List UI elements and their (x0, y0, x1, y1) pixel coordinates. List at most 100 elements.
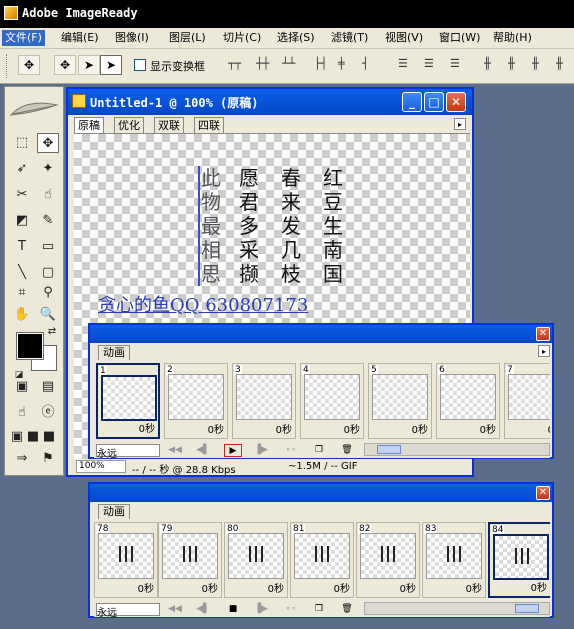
animation-frame-6[interactable]: 6 0秒 (436, 363, 500, 439)
hand-tool-icon[interactable]: ✋ (11, 305, 33, 325)
close-button[interactable]: ✕ (446, 92, 466, 112)
crop-tool-icon[interactable]: ⌗ (11, 283, 33, 303)
frames-scrollbar-thumb[interactable] (515, 604, 539, 613)
slice-select-tool-icon[interactable]: ☝ (37, 185, 59, 205)
animation-palette-title-bar[interactable]: ✕ (90, 484, 552, 502)
lasso-tool-icon[interactable]: ➶ (11, 159, 33, 179)
duplicate-frame-icon[interactable]: ❐ (310, 603, 328, 616)
animation-frame-5[interactable]: 5 0秒 (368, 363, 432, 439)
delete-frame-icon[interactable]: 🗑 (338, 444, 356, 457)
download-speed[interactable]: -- / -- 秒 @ 28.8 Kbps (132, 461, 236, 476)
frame-delay[interactable]: 0秒 (480, 421, 496, 436)
magic-wand-tool-icon[interactable]: ✦ (37, 159, 59, 179)
file-size[interactable]: ~1.5M / -- GIF (288, 461, 357, 472)
frame-delay[interactable]: 0秒 (344, 421, 360, 436)
frame-delay[interactable]: 0秒 (466, 580, 482, 595)
menu-view[interactable]: 视图(V) (382, 30, 426, 46)
play-icon[interactable]: ▶ (224, 444, 242, 457)
move-icon[interactable]: ✥ (54, 55, 76, 75)
duplicate-frame-icon[interactable]: ❐ (310, 444, 328, 457)
image-map-visibility-icon[interactable]: ▣ (11, 377, 33, 397)
minimize-button[interactable]: _ (402, 92, 422, 112)
frame-delay[interactable]: 0秒 (400, 580, 416, 595)
show-transform-checkbox[interactable] (134, 59, 146, 71)
prev-frame-icon[interactable]: ◀▌ (194, 603, 212, 616)
slice-visibility-icon[interactable]: ▤ (37, 377, 59, 397)
menu-select[interactable]: 选择(S) (274, 30, 318, 46)
animation-frame-82[interactable]: 82 0秒 (356, 522, 420, 598)
jump-to-app-icon[interactable]: ⚑ (37, 449, 59, 469)
animation-palette-close-icon[interactable]: ✕ (536, 327, 550, 341)
delete-frame-icon[interactable]: 🗑 (338, 603, 356, 616)
next-frame-icon[interactable]: ▐▶ (252, 444, 270, 457)
animation-tab[interactable]: 动画 (98, 504, 130, 519)
animation-frame-4[interactable]: 4 0秒 (300, 363, 364, 439)
standard-screen-mode-icon[interactable]: ▣ (9, 427, 25, 447)
tab-2-up[interactable]: 双联 (154, 117, 184, 133)
stop-icon[interactable]: ■ (224, 603, 242, 616)
animation-frame-79[interactable]: 79 0秒 (158, 522, 222, 598)
frame-delay[interactable]: 0秒 (139, 420, 155, 435)
shape-tool-icon[interactable]: ▢ (37, 263, 59, 283)
menu-edit[interactable]: 编辑(E) (58, 30, 102, 46)
arrow-select-icon[interactable]: ➤ (78, 55, 100, 75)
animation-tab[interactable]: 动画 (98, 345, 130, 360)
zoom-tool-icon[interactable]: 🔍 (37, 305, 59, 325)
align-hcenter-icon[interactable]: ╪ (338, 57, 345, 70)
menu-file[interactable]: 文件(F) (2, 30, 45, 46)
align-vcenter-icon[interactable]: ┼┼ (256, 57, 269, 70)
frames-scrollbar-thumb[interactable] (377, 445, 401, 454)
animation-frame-78[interactable]: 78 0秒 (94, 522, 158, 598)
menu-filter[interactable]: 滤镜(T) (328, 30, 371, 46)
tween-icon[interactable]: ∘∘ (282, 444, 300, 457)
frame-delay[interactable]: 0秒 (276, 421, 292, 436)
animation-frame-2[interactable]: 2 0秒 (164, 363, 228, 439)
frame-delay[interactable]: 0秒 (268, 580, 284, 595)
rectangle-tool-icon[interactable]: ▭ (37, 237, 59, 257)
move-tool-preset-button[interactable]: ✥ (18, 55, 40, 75)
frame-delay[interactable]: 0秒 (202, 580, 218, 595)
options-bar-grip[interactable] (6, 54, 10, 78)
preview-in-browser-icon[interactable]: ⓔ (37, 403, 59, 423)
next-frame-icon[interactable]: ▐▶ (252, 603, 270, 616)
first-frame-icon[interactable]: ◀◀ (166, 444, 184, 457)
distribute-bottom-icon[interactable]: ☰ (450, 57, 460, 70)
swap-colors-icon[interactable]: ⇄ (45, 325, 59, 339)
prev-frame-icon[interactable]: ◀▌ (194, 444, 212, 457)
menu-image[interactable]: 图像(I) (112, 30, 152, 46)
animation-frame-1[interactable]: 1 0秒 (96, 363, 160, 439)
menu-window[interactable]: 窗口(W) (436, 30, 483, 46)
first-frame-icon[interactable]: ◀◀ (166, 603, 184, 616)
direct-select-icon[interactable]: ➤ (100, 55, 122, 75)
tab-optimized[interactable]: 优化 (114, 117, 144, 133)
type-tool-icon[interactable]: T (11, 237, 33, 257)
menu-help[interactable]: 帮助(H) (490, 30, 535, 46)
align-bottom-icon[interactable]: ┴┴ (282, 57, 295, 70)
animation-frame-83[interactable]: 83 0秒 (422, 522, 486, 598)
animation-frame-3[interactable]: 3 0秒 (232, 363, 296, 439)
tabs-menu-arrow-icon[interactable]: ▸ (454, 118, 466, 130)
frame-delay[interactable]: 0秒 (531, 579, 547, 594)
frame-delay[interactable]: 0秒 (138, 580, 154, 595)
eraser-tool-icon[interactable]: ◩ (11, 211, 33, 231)
frames-scrollbar[interactable] (364, 602, 550, 615)
align-left-icon[interactable]: ├┤ (314, 57, 327, 70)
distribute-more-icon[interactable]: ╫ (556, 57, 563, 70)
frame-delay[interactable]: 0秒 (548, 421, 550, 436)
maximize-button[interactable]: □ (424, 92, 444, 112)
frames-scrollbar[interactable] (364, 443, 550, 456)
document-title-bar[interactable]: Untitled-1 @ 100% (原稿) _ □ ✕ (68, 89, 472, 115)
animation-frame-80[interactable]: 80 0秒 (224, 522, 288, 598)
align-top-icon[interactable]: ┬┬ (228, 57, 241, 70)
menu-layer[interactable]: 图层(L) (166, 30, 209, 46)
move-tool-icon[interactable]: ✥ (37, 133, 59, 153)
distribute-top-icon[interactable]: ☰ (398, 57, 408, 70)
frame-delay[interactable]: 0秒 (412, 421, 428, 436)
loop-select[interactable]: 永远 (96, 603, 160, 619)
tab-4-up[interactable]: 四联 (194, 117, 224, 133)
brush-tool-icon[interactable]: ✎ (37, 211, 59, 231)
foreground-color-swatch[interactable] (17, 333, 43, 359)
animation-frame-7[interactable]: 7 0秒 (504, 363, 550, 439)
align-right-icon[interactable]: ┤ (362, 57, 369, 70)
rollover-preview-icon[interactable]: ☝ (11, 403, 33, 423)
